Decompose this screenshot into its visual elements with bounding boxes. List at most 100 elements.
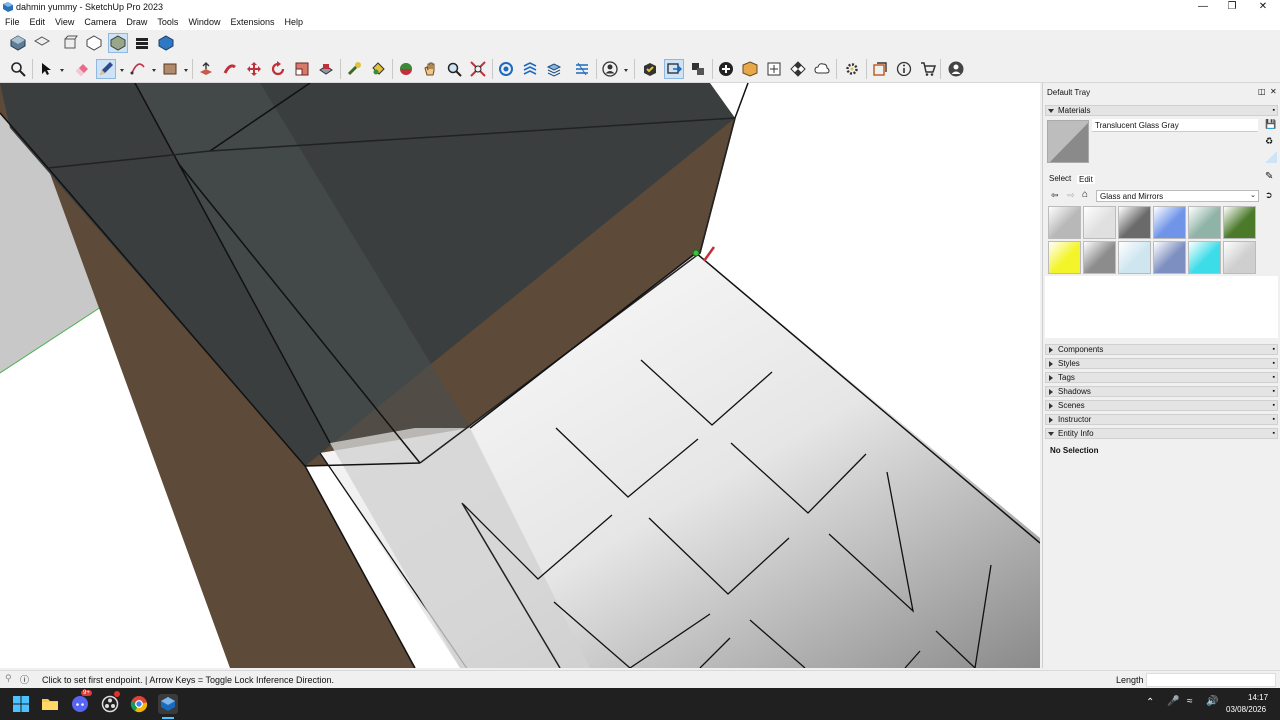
volume-icon[interactable]: 🔊 (1206, 696, 1218, 707)
bottom-view-icon[interactable] (156, 33, 176, 53)
orbit-icon[interactable] (396, 59, 416, 79)
rectangle-icon[interactable] (160, 59, 180, 79)
menu-edit[interactable]: Edit (25, 15, 51, 29)
offset-icon[interactable] (316, 59, 336, 79)
chevron-up-icon[interactable]: ⌃ (1146, 697, 1154, 708)
modeling-viewport[interactable] (0, 83, 1040, 668)
material-swatch[interactable] (1153, 241, 1186, 274)
sketchup-taskbar-icon[interactable] (158, 694, 178, 714)
material-swatch[interactable] (1083, 241, 1116, 274)
chrome-icon[interactable] (129, 694, 149, 714)
clock-date[interactable]: 03/08/2026 (1226, 705, 1266, 714)
section-scenes[interactable]: Scenes ▪ (1045, 400, 1278, 411)
left-view-icon[interactable] (132, 33, 152, 53)
components-icon[interactable] (664, 59, 684, 79)
user-dropdown-icon[interactable] (600, 59, 620, 79)
account-icon[interactable] (946, 59, 966, 79)
measurements-input[interactable] (1146, 673, 1276, 687)
material-swatch[interactable] (1048, 206, 1081, 239)
section-plane-icon[interactable] (496, 59, 516, 79)
zoom-extents-icon[interactable] (468, 59, 488, 79)
material-swatch[interactable] (1153, 206, 1186, 239)
info-icon[interactable] (894, 59, 914, 79)
details-arrow-icon[interactable]: ➲ (1265, 190, 1273, 201)
geo-status-icon[interactable]: ⚲ (5, 673, 12, 684)
wifi-icon[interactable]: ≈ (1187, 696, 1193, 707)
menu-file[interactable]: File (0, 15, 25, 29)
material-swatch[interactable] (1118, 206, 1151, 239)
section-styles[interactable]: Styles ▪ (1045, 358, 1278, 369)
menu-draw[interactable]: Draw (121, 15, 152, 29)
photo-texture-icon[interactable] (740, 59, 760, 79)
geo-location-icon[interactable] (764, 59, 784, 79)
paint-bucket-icon[interactable] (368, 59, 388, 79)
obs-icon[interactable] (100, 691, 120, 714)
material-swatch[interactable] (1188, 206, 1221, 239)
section-fill-icon[interactable] (520, 59, 540, 79)
close-button[interactable]: ✕ (1246, 0, 1280, 15)
extension-manager-icon[interactable] (688, 59, 708, 79)
pencil-line-icon[interactable] (96, 59, 116, 79)
instructor-status-icon[interactable]: ⓘ (20, 673, 29, 686)
iso-view-icon[interactable] (8, 33, 28, 53)
tape-measure-icon[interactable] (344, 59, 364, 79)
material-swatch[interactable] (1223, 241, 1256, 274)
terrain-icon[interactable] (544, 59, 564, 79)
sandbox-icon[interactable] (572, 59, 592, 79)
back-view-icon[interactable] (108, 33, 128, 53)
select-arrow-icon[interactable] (36, 59, 56, 79)
eraser-icon[interactable] (72, 59, 92, 79)
microphone-icon[interactable]: 🎤 (1167, 696, 1179, 707)
material-name-field[interactable]: Translucent Glass Gray (1092, 119, 1258, 132)
model-canvas[interactable] (0, 83, 1040, 668)
tab-select[interactable]: Select (1049, 174, 1071, 183)
menu-extensions[interactable]: Extensions (225, 15, 279, 29)
warehouse-icon[interactable] (640, 59, 660, 79)
settings-icon[interactable] (842, 59, 862, 79)
follow-me-icon[interactable] (220, 59, 240, 79)
display-secondary-icon[interactable]: ♻ (1265, 136, 1273, 147)
maximize-button[interactable]: ❐ (1215, 0, 1249, 15)
file-explorer-icon[interactable] (40, 694, 60, 714)
pan-icon[interactable] (420, 59, 440, 79)
back-arrow-icon[interactable]: ⇦ (1051, 190, 1059, 201)
material-swatch[interactable] (1083, 206, 1116, 239)
library-select[interactable]: Glass and Mirrors ⌄ (1096, 190, 1259, 202)
material-swatch[interactable] (1223, 206, 1256, 239)
material-swatch[interactable] (1048, 241, 1081, 274)
section-components[interactable]: Components ▪ (1045, 344, 1278, 355)
windows-start-icon[interactable] (11, 694, 31, 714)
search-icon[interactable] (8, 59, 28, 79)
section-shadows[interactable]: Shadows ▪ (1045, 386, 1278, 397)
home-icon[interactable]: ⌂ (1082, 189, 1088, 200)
zoom-icon[interactable] (444, 59, 464, 79)
right-view-icon[interactable] (84, 33, 104, 53)
discord-icon[interactable]: 9+ (70, 690, 92, 714)
eyedropper-icon[interactable]: ✎ (1265, 171, 1273, 182)
section-entity-info[interactable]: Entity Info ▪ (1045, 428, 1278, 439)
create-material-icon[interactable]: 💾 (1265, 119, 1276, 130)
tray-close-icon[interactable]: ✕ (1270, 87, 1277, 96)
section-tags[interactable]: Tags ▪ (1045, 372, 1278, 383)
sample-paint-icon[interactable] (1265, 151, 1277, 163)
menu-camera[interactable]: Camera (79, 15, 121, 29)
materials-close-icon[interactable]: ▪ (1273, 106, 1275, 115)
move-icon[interactable] (244, 59, 264, 79)
top-view-icon[interactable] (32, 33, 52, 53)
menu-tools[interactable]: Tools (152, 15, 183, 29)
front-view-icon[interactable] (60, 33, 80, 53)
tray-pin-icon[interactable]: ◫ (1258, 87, 1266, 96)
checker-icon[interactable] (788, 59, 808, 79)
scale-icon[interactable] (292, 59, 312, 79)
forward-arrow-icon[interactable]: ⇨ (1067, 190, 1075, 201)
clock-time[interactable]: 14:17 (1248, 693, 1268, 702)
arc-icon[interactable] (128, 59, 148, 79)
rotate-icon[interactable] (268, 59, 288, 79)
layout-icon[interactable] (870, 59, 890, 79)
tab-edit[interactable]: Edit (1077, 175, 1095, 184)
section-instructor[interactable]: Instructor ▪ (1045, 414, 1278, 425)
materials-header[interactable]: Materials ▪ (1045, 105, 1278, 116)
menu-view[interactable]: View (50, 15, 79, 29)
push-pull-icon[interactable] (196, 59, 216, 79)
menu-help[interactable]: Help (279, 15, 308, 29)
